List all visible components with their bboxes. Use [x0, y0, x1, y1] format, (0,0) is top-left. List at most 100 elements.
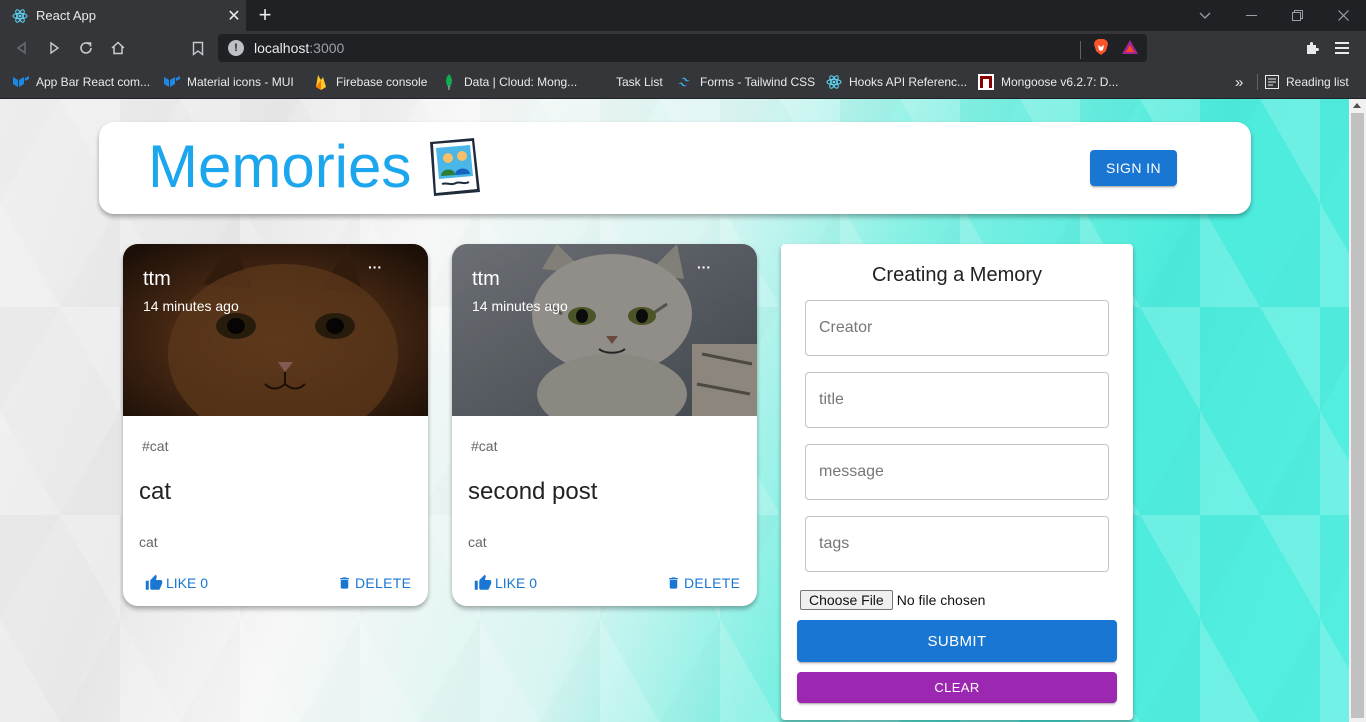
file-input: Choose File No file chosen — [800, 590, 985, 610]
bookmark-label: Material icons - MUI — [187, 75, 294, 89]
page-viewport: Memories SIGN IN ttm 14 minutes ago ··· … — [0, 99, 1349, 722]
post-time: 14 minutes ago — [472, 298, 568, 314]
menu-icon[interactable] — [1330, 36, 1354, 60]
post-message: cat — [468, 534, 487, 550]
bookmark-label: Hooks API Referenc... — [849, 75, 968, 89]
firebase-icon — [313, 74, 329, 90]
delete-icon — [669, 577, 678, 589]
tags-input[interactable] — [806, 517, 1108, 571]
site-info-icon[interactable]: ! — [228, 40, 244, 56]
react-icon — [826, 74, 842, 90]
bookmark-item[interactable]: Firebase console — [313, 71, 427, 93]
browser-tab[interactable]: React App ✕ — [0, 0, 246, 31]
more-horiz-icon[interactable]: ··· — [696, 260, 712, 278]
address-bar[interactable]: ! localhost:3000 — [218, 34, 1147, 62]
bookmark-label: App Bar React com... — [36, 75, 151, 89]
new-tab-icon[interactable]: + — [254, 2, 276, 28]
browser-toolbar: ! localhost:3000 — [0, 31, 1366, 65]
bookmarks-overflow-icon[interactable]: » — [1235, 71, 1243, 93]
message-input[interactable] — [806, 445, 1108, 499]
like-label: LIKE 0 — [166, 575, 209, 591]
post-tags: #cat — [142, 438, 169, 454]
delete-label: DELETE — [684, 575, 741, 591]
post-time: 14 minutes ago — [143, 298, 239, 314]
reading-list-icon — [1257, 74, 1279, 90]
title-input[interactable] — [806, 373, 1108, 427]
blank-icon — [593, 74, 609, 90]
tab-strip: React App ✕ + — [0, 0, 1366, 31]
bookmark-item[interactable]: Hooks API Referenc... — [826, 71, 967, 93]
tailwind-icon — [677, 74, 693, 90]
like-label: LIKE 0 — [495, 575, 538, 591]
brave-shield-icon[interactable] — [1093, 38, 1109, 61]
bookmark-label: Mongoose v6.2.7: D... — [1001, 75, 1119, 89]
bookmark-label: Firebase console — [336, 75, 428, 89]
bookmark-item[interactable]: Material icons - MUI — [164, 71, 294, 93]
post-card: ttm 14 minutes ago ··· #cat second post … — [452, 244, 757, 606]
bookmark-item[interactable]: Forms - Tailwind CSS — [677, 71, 815, 93]
like-button[interactable]: LIKE 0 — [145, 574, 208, 592]
form-title: Creating a Memory — [871, 264, 1043, 286]
bookmark-item[interactable]: Task List — [593, 71, 663, 93]
reading-list-button[interactable]: Reading list — [1257, 71, 1349, 93]
scroll-thumb[interactable] — [1351, 113, 1364, 718]
back-icon[interactable] — [10, 36, 34, 60]
tab-search-icon[interactable] — [1182, 0, 1228, 31]
post-tags: #cat — [471, 438, 498, 454]
mongoose-icon — [978, 74, 994, 90]
reading-list-label: Reading list — [1286, 75, 1349, 89]
bookmark-label: Forms - Tailwind CSS — [700, 75, 816, 89]
bookmark-label: Data | Cloud: Mong... — [464, 75, 578, 89]
home-icon[interactable] — [106, 36, 130, 60]
create-memory-form: Creating a Memory Choose File No file ch… — [781, 244, 1133, 720]
brave-rewards-icon[interactable] — [1121, 39, 1139, 60]
bookmarks-bar: App Bar React com... Material icons - MU… — [0, 65, 1366, 99]
forward-icon[interactable] — [42, 36, 66, 60]
message-field[interactable] — [805, 444, 1109, 500]
sign-in-button[interactable]: SIGN IN — [1090, 150, 1177, 186]
post-author: ttm — [472, 268, 500, 290]
creator-input[interactable] — [806, 301, 1108, 355]
bookmark-item[interactable]: App Bar React com... — [13, 71, 150, 93]
mongodb-leaf-icon — [441, 74, 457, 90]
app-bar: Memories SIGN IN — [99, 122, 1251, 214]
delete-label: DELETE — [355, 575, 412, 591]
divider — [1080, 40, 1081, 59]
bookmark-label: Task List — [616, 75, 663, 89]
tags-field[interactable] — [805, 516, 1109, 572]
post-title: cat — [139, 478, 172, 505]
minimize-icon[interactable] — [1228, 0, 1274, 31]
url-host: localhost — [254, 40, 310, 56]
restore-icon[interactable] — [1274, 0, 1320, 31]
reload-icon[interactable] — [74, 36, 98, 60]
clear-button[interactable]: CLEAR — [797, 672, 1117, 703]
thumb-up-icon — [145, 574, 163, 590]
post-author: ttm — [143, 268, 171, 290]
page-scrollbar[interactable] — [1349, 99, 1366, 722]
post-message: cat — [139, 534, 158, 550]
extensions-icon[interactable] — [1300, 36, 1324, 60]
file-status: No file chosen — [896, 592, 986, 608]
more-horiz-icon[interactable]: ··· — [367, 260, 383, 278]
url-port: :3000 — [309, 40, 345, 56]
close-window-icon[interactable] — [1320, 0, 1366, 31]
post-title: second post — [468, 478, 598, 505]
title-field[interactable] — [805, 372, 1109, 428]
tab-title: React App — [36, 8, 96, 23]
scroll-up-arrow-icon[interactable] — [1353, 103, 1361, 108]
mui-icon — [13, 74, 29, 90]
bookmark-item[interactable]: Mongoose v6.2.7: D... — [978, 71, 1118, 93]
react-icon — [12, 8, 28, 24]
bookmark-icon[interactable] — [186, 36, 210, 60]
submit-button[interactable]: SUBMIT — [797, 620, 1117, 662]
choose-file-button[interactable]: Choose File — [800, 590, 893, 610]
bookmark-item[interactable]: Data | Cloud: Mong... — [441, 71, 577, 93]
like-button[interactable]: LIKE 0 — [474, 574, 537, 592]
delete-button[interactable]: DELETE — [666, 574, 740, 592]
mui-icon — [164, 74, 180, 90]
creator-field[interactable] — [805, 300, 1109, 356]
thumb-up-icon — [474, 574, 492, 590]
delete-button[interactable]: DELETE — [337, 574, 411, 592]
close-tab-icon[interactable]: ✕ — [222, 6, 246, 26]
post-card: ttm 14 minutes ago ··· #cat cat cat LIKE… — [123, 244, 428, 606]
